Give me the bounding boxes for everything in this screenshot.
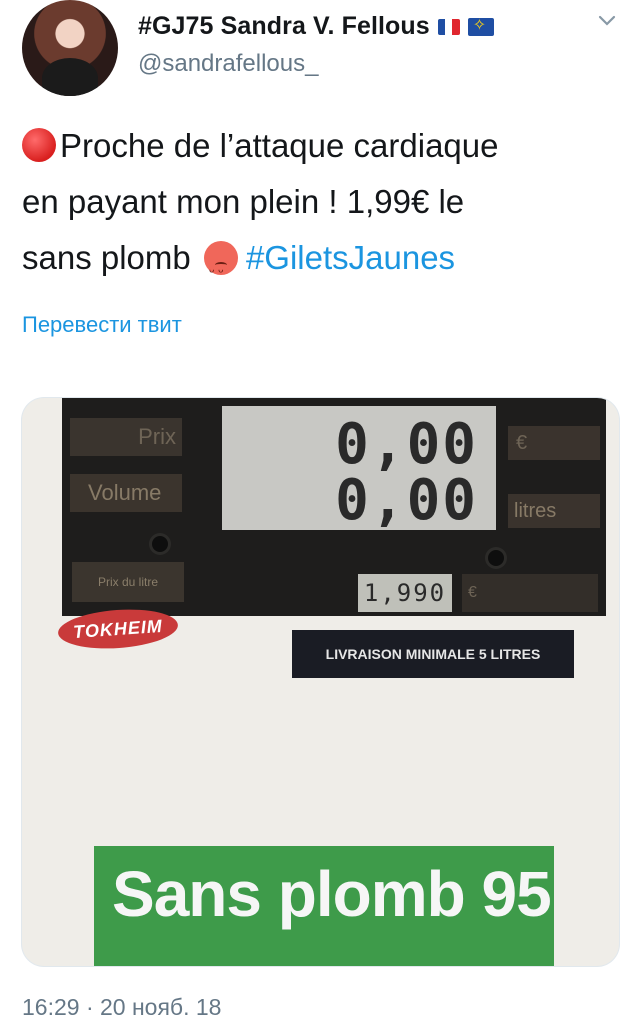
tweet-line-3: sans plomb #GiletsJaunes: [22, 230, 622, 299]
author-display-name[interactable]: #GJ75 Sandra V. Fellous: [138, 12, 430, 41]
tweet-line-1: Proche de l’attaque cardiaque: [22, 118, 622, 174]
pump-litres-label: litres: [508, 494, 600, 528]
pump-volume-label: Volume: [70, 474, 182, 512]
fr-flag-icon: [437, 18, 460, 35]
tweet-timestamp[interactable]: 16:29 · 20 нояб. 18: [22, 994, 221, 1021]
chevron-down-icon[interactable]: [596, 10, 618, 32]
avatar[interactable]: [22, 0, 118, 96]
pump-prix-du-litre-label: Prix du litre: [72, 562, 184, 602]
pump-volume-display: 0,00: [335, 468, 478, 533]
tweet-photo[interactable]: Prix Volume 0,00 0,00 € litres Prix du l…: [22, 398, 619, 966]
pump-unit-price-currency: €: [462, 574, 598, 612]
tweet-text: Proche de l’attaque cardiaque en payant …: [22, 118, 622, 299]
pump-unit-price-display: 1,990: [358, 574, 452, 612]
translate-tweet-link[interactable]: Перевести твит: [22, 312, 182, 338]
fuel-sign-label: Sans plomb 95: [112, 858, 552, 930]
author-name-row: #GJ75 Sandra V. Fellous: [138, 12, 494, 41]
pump-display-panel: Prix Volume 0,00 0,00 € litres Prix du l…: [62, 398, 606, 616]
pump-knob: [488, 550, 504, 566]
eu-flag-icon: [467, 15, 494, 36]
hashtag-link[interactable]: #GiletsJaunes: [246, 239, 455, 276]
pump-main-lcd: 0,00 0,00: [222, 406, 496, 533]
tweet-line-2: en payant mon plein ! 1,99€ le: [22, 183, 465, 220]
pump-knob: [152, 536, 168, 552]
fuel-sign: Sans plomb 95: [94, 846, 554, 966]
livraison-plate: LIVRAISON MINIMALE 5 LITRES: [292, 630, 574, 678]
red-circle-emoji-icon: [22, 128, 56, 162]
pump-euro-label: €: [508, 426, 600, 460]
author-handle[interactable]: @sandrafellous_: [138, 50, 318, 78]
angry-face-emoji-icon: [203, 241, 238, 299]
pump-prix-label: Prix: [70, 418, 182, 456]
